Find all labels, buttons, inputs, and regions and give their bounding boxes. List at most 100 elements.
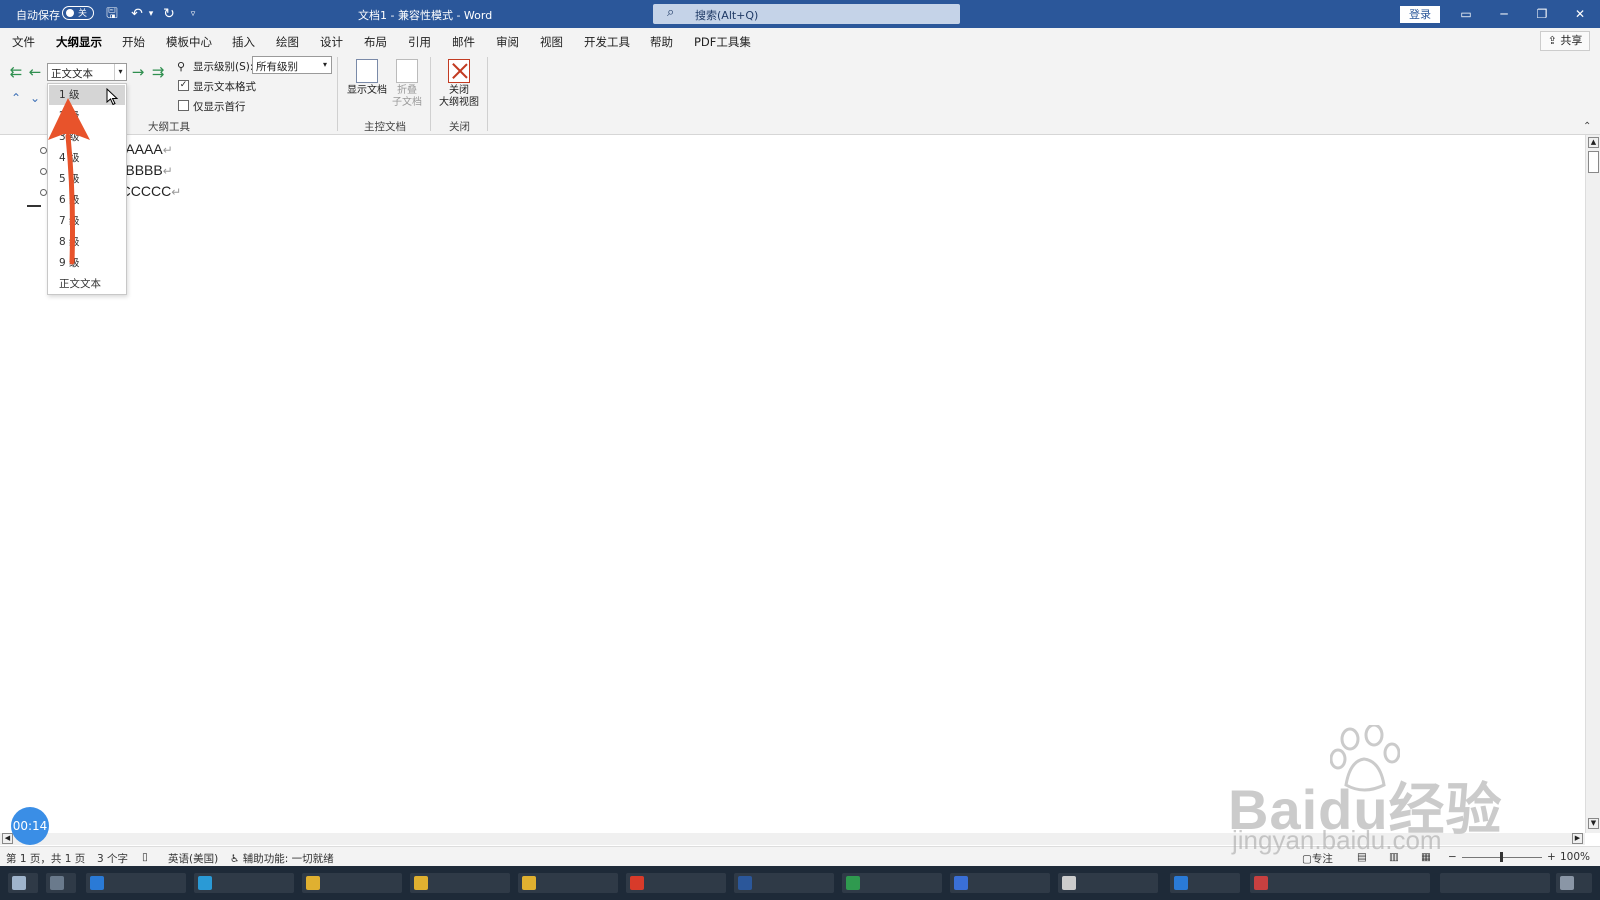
- customize-qat-icon[interactable]: ▿: [184, 5, 202, 23]
- taskbar-app[interactable]: [410, 873, 510, 893]
- word-count[interactable]: 3 个字: [97, 851, 128, 866]
- search-box[interactable]: ⌕ 搜索(Alt+Q): [653, 4, 960, 24]
- promote-to-heading1-icon[interactable]: ⇇: [8, 64, 24, 80]
- accessibility-icon: ♿: [230, 853, 240, 865]
- show-text-format-checkbox[interactable]: ✓: [178, 80, 189, 91]
- show-level-combo[interactable]: 所有级别 ▾: [252, 56, 332, 74]
- search-placeholder: 搜索(Alt+Q): [695, 9, 759, 22]
- tab-developer[interactable]: 开发工具: [584, 34, 630, 50]
- zoom-in-icon[interactable]: +: [1547, 851, 1556, 863]
- app-icon: [1062, 876, 1076, 890]
- proofing-icon[interactable]: ▯: [142, 851, 148, 863]
- taskbar-app[interactable]: [842, 873, 942, 893]
- tab-references[interactable]: 引用: [408, 34, 431, 50]
- close-outline-icon: [448, 59, 470, 83]
- tab-insert[interactable]: 插入: [232, 34, 255, 50]
- document-title: 文档1 - 兼容性模式 - Word: [358, 9, 493, 22]
- tab-templates[interactable]: 模板中心: [166, 34, 212, 50]
- tab-help[interactable]: 帮助: [650, 34, 673, 50]
- word-icon: [738, 876, 752, 890]
- move-down-icon[interactable]: ⌄: [27, 90, 43, 106]
- minimize-icon[interactable]: ─: [1494, 4, 1514, 24]
- move-up-icon[interactable]: ⌃: [8, 90, 24, 106]
- search-icon: ⌕: [667, 5, 675, 20]
- dropdown-item-body-text[interactable]: 正文文本: [49, 274, 125, 294]
- group-separator: [337, 57, 338, 131]
- outline-level-combo[interactable]: 正文文本 ▾: [47, 63, 127, 81]
- taskbar-app[interactable]: [1170, 873, 1240, 893]
- tab-review[interactable]: 审阅: [496, 34, 519, 50]
- show-first-line-checkbox[interactable]: [178, 100, 189, 111]
- taskbar-app[interactable]: [518, 873, 618, 893]
- toggle-knob: [66, 9, 74, 17]
- ribbon-display-options-icon[interactable]: ▭: [1456, 4, 1476, 24]
- notification-button[interactable]: [1556, 873, 1592, 893]
- taskbar-app[interactable]: [626, 873, 726, 893]
- system-clock[interactable]: [1440, 873, 1550, 893]
- taskbar-app[interactable]: [950, 873, 1050, 893]
- undo-dropdown-icon[interactable]: ▾: [142, 5, 160, 23]
- taskbar-app[interactable]: [194, 873, 294, 893]
- ribbon-tabs: 文件 大纲显示 开始 模板中心 插入 绘图 设计 布局 引用 邮件 审阅 视图 …: [0, 28, 1600, 55]
- tab-home[interactable]: 开始: [122, 34, 145, 50]
- chevron-down-icon[interactable]: ▾: [319, 57, 331, 73]
- promote-icon[interactable]: ←: [27, 64, 43, 80]
- tab-draw[interactable]: 绘图: [276, 34, 299, 50]
- scroll-up-icon[interactable]: ▲: [1588, 137, 1599, 148]
- baidu-watermark: Baidu经验 jingyan.baidu.com: [1228, 725, 1528, 865]
- tab-pdf-tools[interactable]: PDF工具集: [694, 34, 751, 50]
- notification-icon: [1560, 876, 1574, 890]
- app-icon: [630, 876, 644, 890]
- scroll-right-icon[interactable]: ▶: [1572, 833, 1583, 844]
- scroll-thumb[interactable]: [1588, 151, 1599, 173]
- share-button[interactable]: ⇪ 共享: [1540, 31, 1590, 51]
- group-separator: [430, 57, 431, 131]
- windows-taskbar: [0, 866, 1600, 900]
- autosave-toggle[interactable]: 关: [62, 6, 94, 20]
- tab-design[interactable]: 设计: [320, 34, 343, 50]
- scroll-left-icon[interactable]: ◀: [2, 833, 13, 844]
- app-icon: [90, 876, 104, 890]
- demote-to-body-icon[interactable]: ⇉: [150, 64, 166, 80]
- close-outline-label-1: 关闭: [449, 85, 469, 96]
- taskbar-app[interactable]: [734, 873, 834, 893]
- accessibility-status[interactable]: ♿ 辅助功能: 一切就绪: [230, 851, 334, 866]
- taskbar-app[interactable]: [86, 873, 186, 893]
- scroll-down-icon[interactable]: ▼: [1588, 818, 1599, 829]
- ribbon: ⇇ ← 正文文本 ▾ → ⇉ ⌃ ⌄ ⚲ 显示级别(S): 所有级别 ▾ ✓ 显…: [0, 53, 1600, 135]
- tab-view[interactable]: 视图: [540, 34, 563, 50]
- taskview-icon: [50, 876, 64, 890]
- tab-outline[interactable]: 大纲显示: [56, 34, 102, 55]
- close-outline-view-button[interactable]: 关闭 大纲视图: [436, 57, 482, 113]
- share-label: 共享: [1560, 34, 1583, 47]
- save-icon[interactable]: 🖫: [103, 5, 121, 23]
- redo-icon[interactable]: ↻: [160, 5, 178, 23]
- system-tray[interactable]: [1250, 873, 1430, 893]
- close-group-label: 关闭: [449, 121, 470, 133]
- end-of-document-marker: [27, 205, 41, 207]
- restore-icon[interactable]: ❐: [1532, 4, 1552, 24]
- page-count[interactable]: 第 1 页，共 1 页: [6, 851, 85, 866]
- vertical-scrollbar[interactable]: ▲ ▼: [1585, 135, 1600, 833]
- start-button[interactable]: [8, 873, 38, 893]
- chevron-down-icon[interactable]: ▾: [114, 64, 126, 80]
- folder-icon: [522, 876, 536, 890]
- tab-mailings[interactable]: 邮件: [452, 34, 475, 50]
- tab-file[interactable]: 文件: [12, 34, 35, 50]
- close-icon[interactable]: ✕: [1570, 4, 1590, 24]
- taskbar-app[interactable]: [1058, 873, 1158, 893]
- taskview-button[interactable]: [46, 873, 76, 893]
- language-indicator[interactable]: 英语(美国): [168, 851, 218, 866]
- login-button[interactable]: 登录: [1400, 6, 1440, 23]
- collapse-ribbon-icon[interactable]: ⌃: [1583, 121, 1591, 132]
- collapse-subdoc-label-2: 子文档: [392, 97, 422, 108]
- show-level-label: 显示级别(S):: [193, 61, 254, 73]
- tab-layout[interactable]: 布局: [364, 34, 387, 50]
- windows-icon: [12, 876, 26, 890]
- taskbar-app[interactable]: [302, 873, 402, 893]
- collapse-subdocuments-button[interactable]: 折叠 子文档: [384, 57, 430, 113]
- demote-icon[interactable]: →: [130, 64, 146, 80]
- master-document-group-label: 主控文档: [364, 121, 406, 133]
- subdocument-icon: [396, 59, 418, 83]
- zoom-level[interactable]: 100%: [1560, 851, 1590, 863]
